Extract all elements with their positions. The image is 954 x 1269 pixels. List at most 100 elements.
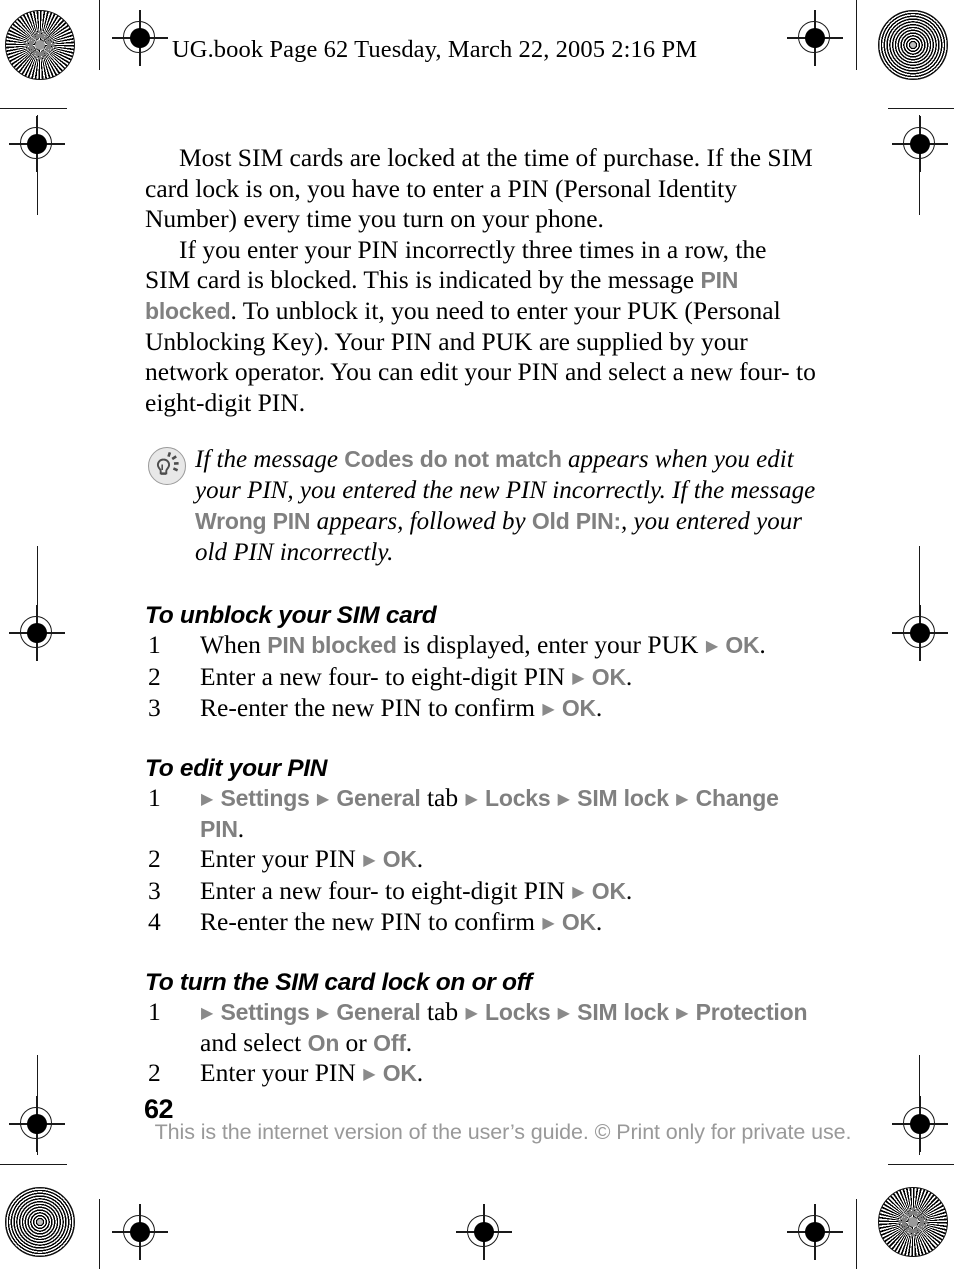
ui-term: OK: [555, 909, 596, 936]
step-text-fragment: .: [595, 907, 603, 937]
step-text-fragment: Re-enter the new PIN to confirm: [200, 693, 542, 723]
step-text-fragment: .: [625, 875, 633, 905]
ui-term: SIM lock: [570, 998, 676, 1025]
step-text-fragment: .: [759, 630, 766, 660]
menu-arrow-icon: ▶: [316, 788, 330, 808]
menu-arrow-icon: ▶: [542, 913, 555, 933]
ui-term: PIN blocked: [267, 632, 397, 659]
step-text-fragment: Enter a new four- to eight-digit PIN: [200, 661, 572, 691]
paragraph-2-text-part-1: If you enter your PIN incorrectly three …: [145, 234, 767, 295]
step-item: 2 Enter your PIN ▶ OK.: [145, 844, 817, 875]
ui-term: Locks: [478, 998, 557, 1025]
step-text-fragment: tab: [420, 782, 465, 812]
ui-term-codes-do-not-match: Codes do not match: [344, 446, 562, 473]
ui-term: SIM lock: [570, 784, 676, 811]
note-text-part-1: If the message: [195, 446, 345, 474]
section-heading: To unblock your SIM card: [145, 602, 437, 630]
step-item: 2 Enter your PIN ▶ OK.: [145, 1058, 817, 1089]
procedure-sections: To unblock your SIM card 1 When PIN blocke…: [145, 602, 817, 1089]
step-item: 3 Re-enter the new PIN to confirm ▶ OK.: [145, 693, 817, 724]
step-text: Enter your PIN ▶ OK.: [200, 1058, 423, 1087]
ui-term-wrong-pin: Wrong PIN: [195, 508, 311, 535]
ui-term: OK: [555, 695, 596, 722]
step-item: 3 Enter a new four- to eight-digit PIN ▶ …: [145, 876, 817, 907]
paragraph-1-text: Most SIM cards are locked at the time of…: [145, 143, 813, 234]
step-text: Re-enter the new PIN to confirm ▶ OK.: [200, 907, 602, 936]
menu-arrow-icon: ▶: [201, 1002, 214, 1022]
step-text-fragment: Enter a new four- to eight-digit PIN: [200, 875, 572, 905]
menu-arrow-icon: ▶: [542, 699, 555, 719]
step-number: 1: [148, 630, 161, 660]
step-text-fragment: and select: [200, 1028, 308, 1057]
ui-term: General: [330, 784, 421, 811]
step-text: When PIN blocked is displayed, enter you…: [200, 630, 766, 659]
ui-term: Settings: [214, 998, 316, 1025]
tip-note: If the message Codes do not match appear…: [145, 444, 817, 568]
menu-arrow-icon: ▶: [557, 788, 570, 808]
ui-term: On: [307, 1030, 340, 1056]
step-item: 1 When PIN blocked is displayed, enter yo…: [145, 630, 817, 661]
step-number: 4: [148, 907, 161, 937]
step-text: ▶ Settings ▶ General tab ▶ Locks ▶ SIM l…: [200, 996, 808, 1057]
step-text-fragment: .: [625, 661, 633, 691]
paragraph-2-text-part-2: . To unblock it, you need to enter your …: [145, 295, 816, 417]
note-text-part-3: appears, followed by: [310, 508, 532, 536]
step-text: Re-enter the new PIN to confirm ▶ OK.: [200, 693, 602, 722]
ui-term: OK: [376, 1060, 417, 1087]
step-number: 1: [148, 782, 161, 812]
procedure-section: To turn the SIM card lock on or off 1 ▶ Se…: [145, 969, 817, 1090]
step-text-fragment: .: [595, 693, 603, 723]
ui-term: OK: [585, 663, 626, 690]
step-text-fragment: Enter your PIN: [200, 844, 363, 874]
step-item: 1 ▶ Settings ▶ General tab ▶ Locks ▶ SIM …: [145, 997, 817, 1059]
paragraph-sim-card-locked: Most SIM cards are locked at the time of…: [145, 143, 817, 235]
step-number: 2: [148, 1058, 161, 1088]
tip-note-text: If the message Codes do not match appear…: [195, 444, 817, 568]
menu-arrow-icon: ▶: [316, 1002, 330, 1022]
step-item: 4 Re-enter the new PIN to confirm ▶ OK.: [145, 907, 817, 938]
step-item: 1 ▶ Settings ▶ General tab ▶ Locks ▶ SIM …: [145, 783, 817, 845]
menu-arrow-icon: ▶: [572, 667, 585, 687]
step-text-fragment: When: [200, 630, 268, 660]
step-text-fragment: Enter your PIN: [200, 1058, 363, 1088]
procedure-section: To unblock your SIM card 1 When PIN blocke…: [145, 602, 817, 724]
step-text-fragment: is displayed, enter your PUK: [396, 630, 705, 660]
step-text: Enter your PIN ▶ OK.: [200, 844, 423, 873]
step-text-fragment: or: [339, 1028, 374, 1057]
step-number: 2: [148, 844, 161, 874]
menu-arrow-icon: ▶: [465, 788, 478, 808]
step-text-fragment: Re-enter the new PIN to confirm: [200, 907, 542, 937]
ui-term: General: [330, 998, 421, 1025]
lightbulb-tip-icon: [148, 447, 186, 486]
step-text: Enter a new four- to eight-digit PIN ▶ O…: [200, 876, 632, 905]
menu-arrow-icon: ▶: [557, 1002, 570, 1022]
section-heading: To edit your PIN: [145, 754, 328, 782]
menu-arrow-icon: ▶: [572, 881, 585, 901]
paragraph-pin-blocked: If you enter your PIN incorrectly three …: [145, 235, 817, 419]
document-header-stamp: UG.book Page 62 Tuesday, March 22, 2005 …: [172, 36, 698, 63]
step-text-fragment: .: [416, 1058, 424, 1088]
step-list: 1 ▶ Settings ▶ General tab ▶ Locks ▶ SIM …: [145, 783, 817, 939]
ui-term: Protection: [689, 998, 808, 1025]
step-item: 2 Enter a new four- to eight-digit PIN ▶ …: [145, 662, 817, 693]
menu-arrow-icon: ▶: [465, 1002, 478, 1022]
footer-disclaimer: This is the internet version of the user…: [154, 1120, 852, 1144]
step-number: 3: [148, 693, 161, 723]
menu-arrow-icon: ▶: [676, 788, 689, 808]
ui-term: OK: [376, 846, 417, 873]
step-text-fragment: tab: [420, 996, 465, 1026]
ui-term: OK: [719, 632, 760, 659]
ui-term-old-pin: Old PIN:: [531, 508, 621, 535]
procedure-section: To edit your PIN 1 ▶ Settings ▶ General ta…: [145, 755, 817, 939]
step-number: 2: [148, 661, 161, 691]
step-text-fragment: .: [405, 1028, 413, 1057]
menu-arrow-icon: ▶: [705, 636, 719, 656]
section-heading: To turn the SIM card lock on or off: [145, 968, 532, 996]
menu-arrow-icon: ▶: [676, 1002, 689, 1022]
menu-arrow-icon: ▶: [363, 850, 376, 870]
step-list: 1 When PIN blocked is displayed, enter yo…: [145, 630, 817, 724]
menu-arrow-icon: ▶: [363, 1064, 376, 1084]
step-text-fragment: .: [416, 844, 424, 874]
ui-term: Settings: [214, 784, 316, 811]
step-number: 3: [148, 875, 161, 905]
